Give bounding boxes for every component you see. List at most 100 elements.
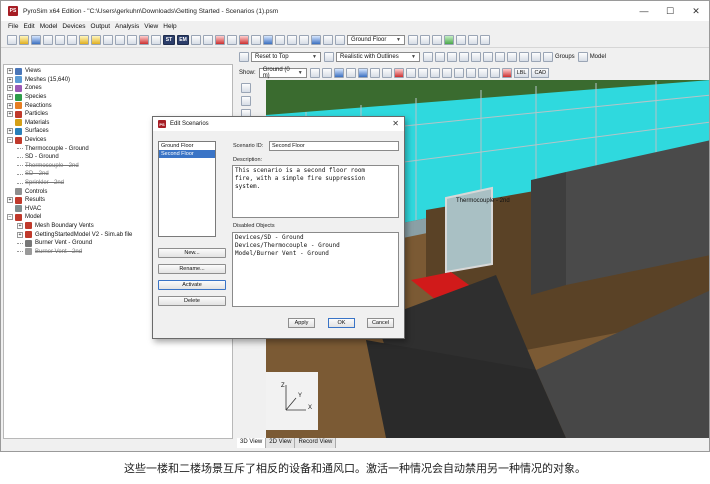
surface-tool-icon[interactable] xyxy=(215,35,225,45)
show-holes-icon[interactable] xyxy=(345,67,356,78)
menu-file[interactable]: File xyxy=(8,23,18,30)
menu-devices[interactable]: Devices xyxy=(62,23,85,30)
side-view-icon[interactable] xyxy=(531,51,541,62)
expand-icon[interactable]: + xyxy=(7,197,13,204)
close-icon[interactable]: ✕ xyxy=(392,119,399,128)
walk-tool-icon[interactable] xyxy=(483,51,493,62)
menu-model[interactable]: Model xyxy=(40,23,58,30)
find-icon[interactable] xyxy=(151,35,161,45)
fire-tool-icon[interactable] xyxy=(323,35,333,45)
show-floor-dropdown[interactable]: Ground (0 m) ▼ xyxy=(258,67,307,79)
floor-up-icon[interactable] xyxy=(420,35,430,45)
tree-node[interactable]: + Species xyxy=(4,93,232,102)
zone-tool-icon[interactable] xyxy=(203,35,213,45)
copy-icon[interactable] xyxy=(115,35,125,45)
show-axes-icon[interactable] xyxy=(441,67,452,78)
show-zone-icon[interactable] xyxy=(321,67,332,78)
show-labels-icon[interactable] xyxy=(417,67,428,78)
camera-icon[interactable] xyxy=(239,51,249,62)
show-devices-icon[interactable] xyxy=(369,67,380,78)
expand-icon[interactable]: + xyxy=(17,231,23,238)
wall-tool-icon[interactable] xyxy=(275,35,285,45)
open-folder-icon[interactable] xyxy=(19,35,29,45)
show-particles-icon[interactable] xyxy=(393,67,404,78)
slab-tool-icon[interactable] xyxy=(251,35,261,45)
floor-down-icon[interactable] xyxy=(432,35,442,45)
cut-icon[interactable] xyxy=(103,35,113,45)
results-icon[interactable] xyxy=(468,35,478,45)
tree-node[interactable]: + Zones xyxy=(4,84,232,93)
ok-button[interactable]: OK xyxy=(328,318,355,328)
show-grid-icon[interactable] xyxy=(429,67,440,78)
smokeview-icon[interactable] xyxy=(480,35,490,45)
minimize-button[interactable]: — xyxy=(631,1,657,21)
em-button[interactable]: EM xyxy=(177,35,189,45)
mesh-tool-icon[interactable] xyxy=(191,35,201,45)
tree-node[interactable]: + Meshes (15,640) xyxy=(4,76,232,85)
orbit-icon[interactable] xyxy=(241,96,251,106)
menu-view[interactable]: View xyxy=(144,23,158,30)
rotate-tool-icon[interactable] xyxy=(447,51,457,62)
stair-tool-icon[interactable] xyxy=(287,35,297,45)
view-reset-dropdown[interactable]: Reset to Top ▼ xyxy=(251,51,321,62)
tab-record-view[interactable]: Record View xyxy=(295,438,337,448)
show-mesh-icon[interactable] xyxy=(309,67,320,78)
expand-icon[interactable]: + xyxy=(7,111,13,118)
rename-scenario-button[interactable]: Rename... xyxy=(158,264,226,274)
scenario-id-field[interactable]: Second Floor xyxy=(269,141,399,151)
disabled-objects-list[interactable]: Devices/SD - Ground Devices/Thermocouple… xyxy=(232,232,399,307)
select-tool-icon[interactable] xyxy=(423,51,433,62)
show-textures-icon[interactable] xyxy=(453,67,464,78)
scenario-list[interactable]: Ground Floor Second Floor xyxy=(158,141,216,237)
collapse-icon[interactable]: − xyxy=(7,137,13,144)
show-fire-icon[interactable] xyxy=(501,67,512,78)
iso-view-icon[interactable] xyxy=(543,51,553,62)
expand-icon[interactable]: + xyxy=(17,222,23,229)
delete-scenario-button[interactable]: Delete xyxy=(158,296,226,306)
hole-tool-icon[interactable] xyxy=(227,35,237,45)
show-hvac-icon[interactable] xyxy=(405,67,416,78)
expand-icon[interactable]: + xyxy=(7,76,13,83)
floor-dropdown[interactable]: Ground Floor ▼ xyxy=(347,35,405,45)
floor-settings-icon[interactable] xyxy=(408,35,418,45)
run-simulation-icon[interactable] xyxy=(444,35,454,45)
st-button[interactable]: ST xyxy=(163,35,175,45)
front-view-icon[interactable] xyxy=(519,51,529,62)
expand-icon[interactable]: + xyxy=(7,68,13,75)
fit-view-icon[interactable] xyxy=(495,51,505,62)
vent-tool-icon[interactable] xyxy=(239,35,249,45)
tree-node[interactable]: + Reactions xyxy=(4,101,232,110)
undo-icon[interactable] xyxy=(79,35,89,45)
device-tool-icon[interactable] xyxy=(299,35,309,45)
show-obst-icon[interactable] xyxy=(333,67,344,78)
new-scenario-button[interactable]: New... xyxy=(158,248,226,258)
expand-icon[interactable]: + xyxy=(7,85,13,92)
show-outlines-icon[interactable] xyxy=(477,67,488,78)
expand-icon[interactable]: + xyxy=(7,128,13,135)
menu-help[interactable]: Help xyxy=(163,23,176,30)
show-slices-icon[interactable] xyxy=(381,67,392,78)
tab-2d-view[interactable]: 2D View xyxy=(266,438,296,448)
cancel-button[interactable]: Cancel xyxy=(367,318,394,328)
show-vents-icon[interactable] xyxy=(357,67,368,78)
collapse-icon[interactable]: − xyxy=(7,214,13,221)
redo-icon[interactable] xyxy=(91,35,101,45)
apply-button[interactable]: Apply xyxy=(288,318,315,328)
zoom-tool-icon[interactable] xyxy=(459,51,469,62)
lbl-button[interactable]: LBL xyxy=(513,67,530,78)
close-button[interactable]: ✕ xyxy=(683,1,709,21)
expand-icon[interactable]: + xyxy=(7,94,13,101)
menu-output[interactable]: Output xyxy=(91,23,111,30)
tree-node[interactable]: + Views xyxy=(4,67,232,76)
room-tool-icon[interactable] xyxy=(263,35,273,45)
print-icon[interactable] xyxy=(43,35,53,45)
scenario-list-item[interactable]: Ground Floor xyxy=(159,142,215,150)
pan-tool-icon[interactable] xyxy=(471,51,481,62)
top-view-icon[interactable] xyxy=(507,51,517,62)
show-cad-icon[interactable] xyxy=(465,67,476,78)
expand-icon[interactable]: + xyxy=(7,102,13,109)
scenario-list-item-selected[interactable]: Second Floor xyxy=(159,150,215,158)
new-file-icon[interactable] xyxy=(7,35,17,45)
save-icon[interactable] xyxy=(31,35,41,45)
description-textarea[interactable]: This scenario is a second floor room fir… xyxy=(232,165,399,218)
